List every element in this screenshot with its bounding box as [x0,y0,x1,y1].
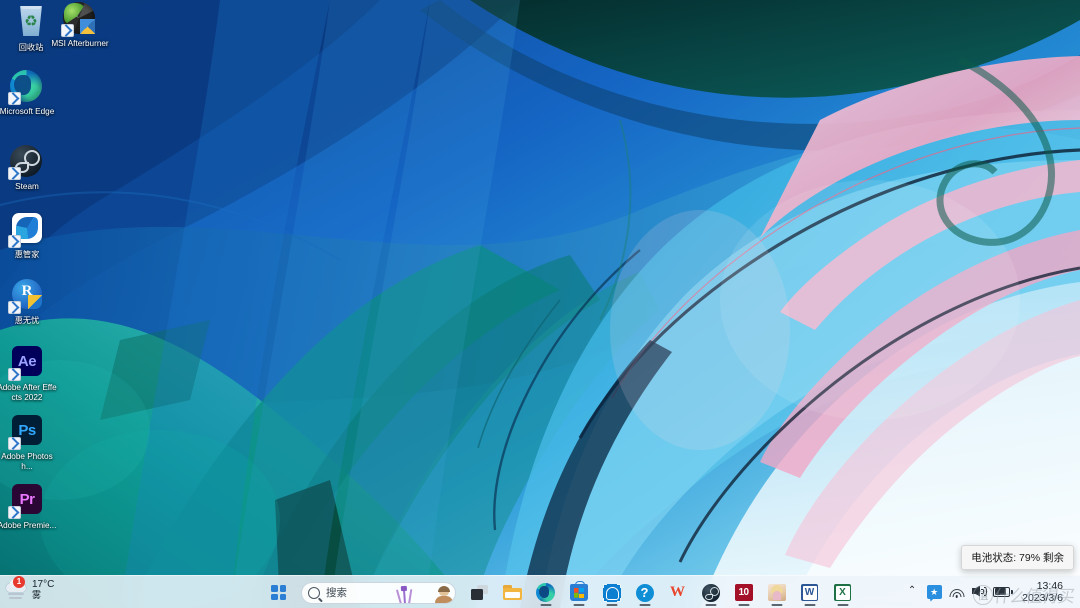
folder-icon [503,585,522,600]
microsoft-edge-icon [536,583,555,602]
question-mark-icon: ? [635,583,654,602]
cloud-sync-tray-icon[interactable] [923,579,945,605]
shortcut-arrow-icon [8,167,21,180]
running-indicator [771,603,782,606]
shortcut-arrow-icon [61,24,74,37]
person-with-brushes-illustration [395,583,453,603]
screen-capture-button[interactable] [597,578,627,607]
desktop-icon-adobe-photoshop[interactable]: Ps Adobe Photosh... [0,414,58,471]
desktop-icon-label: Microsoft Edge [0,107,55,116]
wps-office-icon: W [670,584,685,600]
get-help-button[interactable]: ? [630,578,660,607]
weather-temperature: 17°C [32,579,55,590]
steam-button[interactable] [696,578,726,607]
desktop-icon-grid: 回收站 MSI Afterburner Microsoft Edge Steam… [0,0,160,570]
speaker-icon [971,585,988,598]
desktop-icon-huiwuyou[interactable]: 惠无忧 [0,278,58,326]
recycle-bin-icon [14,6,48,40]
capture-bracket-icon [602,583,621,602]
desktop-icon-label: 惠无忧 [14,316,40,325]
desktop-icon-msi-afterburner[interactable]: MSI Afterburner [49,2,111,49]
fog-cloud-icon: 1 [6,576,28,600]
cloud-sync-icon [926,584,942,599]
notification-badge: 1 [13,576,25,588]
battery-status-tooltip: 电池状态: 79% 剩余 [961,545,1074,570]
show-desktop-button[interactable] [1071,575,1076,608]
desktop-icon-huiguanjia[interactable]: 惠管家 [0,212,58,260]
task-view-button[interactable] [465,578,495,607]
desktop-icon-steam[interactable]: Steam [0,145,58,192]
desktop-icon-label: Steam [15,182,39,191]
running-indicator [573,603,584,606]
running-indicator [804,603,815,606]
weather-widget[interactable]: 1 17°C 雾 [2,574,82,606]
huiguanjia-icon [8,213,44,248]
windows-logo-icon [271,585,286,600]
running-indicator [639,603,650,606]
shortcut-arrow-icon [8,235,21,248]
desktop-icon-label: MSI Afterburner [51,39,109,48]
desktop-icon-label: Adobe Photosh... [1,452,53,471]
microsoft-edge-icon [8,70,44,105]
running-indicator [738,603,749,606]
steam-icon [8,145,44,180]
wifi-icon [948,585,965,598]
desktop-icon-adobe-after-effects[interactable]: Ae Adobe After Effects 2022 [0,345,58,402]
anime-portrait-icon [767,584,786,601]
task-view-icon [471,585,488,600]
search-placeholder: 搜索 [326,587,347,599]
file-explorer-button[interactable] [498,578,528,607]
desktop-wallpaper [0,0,1080,608]
msi-afterburner-icon [61,2,97,37]
search-icon [308,586,320,599]
battery-icon [993,586,1014,598]
taskbar: 1 17°C 雾 搜索 ? W 10 W X ⌃ ★ 13:46 2023/3/… [0,575,1080,608]
anime-app-button[interactable] [762,578,792,607]
clock-date: 2023/3/6 [1022,591,1063,604]
taskbar-center-cluster: 搜索 ? W 10 W X [262,576,859,608]
desktop-icon-adobe-premiere[interactable]: Pr Adobe Premie... [0,483,58,531]
adobe-premiere-icon: Pr [8,484,44,519]
search-input[interactable]: 搜索 [301,581,456,604]
shortcut-arrow-icon [8,301,21,314]
show-hidden-icons-button[interactable]: ⌃ [901,579,923,605]
huiwuyou-icon [8,279,44,314]
network-tray-icon[interactable] [945,579,968,605]
running-indicator [540,603,551,606]
volume-tray-icon[interactable] [968,579,990,605]
running-indicator [837,603,848,606]
battery-tray-icon[interactable] [990,579,1016,605]
clock-and-date[interactable]: 13:46 2023/3/6 [1016,575,1071,608]
clock-time: 13:46 [1036,579,1063,592]
start-button[interactable] [264,578,294,607]
microsoft-edge-button[interactable] [531,578,561,607]
adobe-photoshop-icon: Ps [8,415,44,450]
desktop-icon-microsoft-edge[interactable]: Microsoft Edge [0,70,58,117]
desktop-icon-label: Adobe After Effects 2022 [0,383,57,402]
chevron-up-icon: ⌃ [907,585,917,596]
running-indicator [606,603,617,606]
word-icon: W [801,584,818,601]
win10-app-button[interactable]: 10 [729,578,759,607]
shortcut-arrow-icon [8,92,21,105]
steam-icon [701,583,720,602]
excel-icon: X [834,584,851,601]
wps-office-button[interactable]: W [663,578,693,607]
shortcut-arrow-icon [8,506,21,519]
weather-condition: 雾 [32,590,42,600]
microsoft-store-button[interactable] [564,578,594,607]
ten-badge-icon: 10 [734,584,753,601]
desktop-icon-label: Adobe Premie... [0,521,57,530]
ten-badge-label: 10 [738,587,749,598]
shortcut-arrow-icon [8,368,21,381]
word-button[interactable]: W [795,578,825,607]
excel-button[interactable]: X [828,578,858,607]
shortcut-arrow-icon [8,437,21,450]
microsoft-store-icon [569,581,588,601]
system-tray: ⌃ 13:46 2023/3/6 [901,575,1080,608]
running-indicator [705,603,716,606]
desktop-icon-label: 惠管家 [14,250,40,259]
adobe-after-effects-icon: Ae [8,346,44,381]
